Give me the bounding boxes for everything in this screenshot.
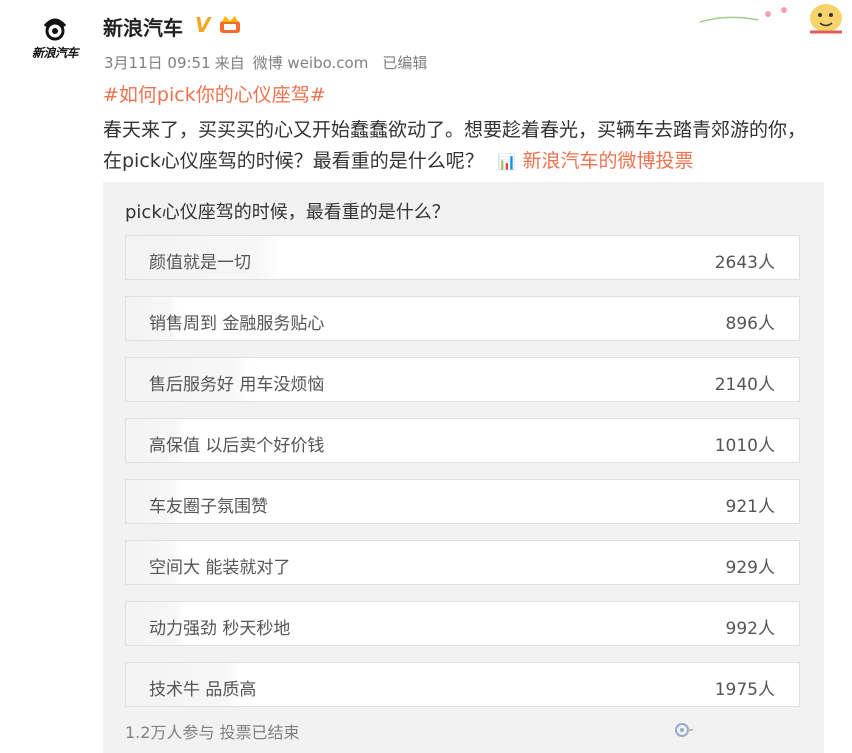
poll-footer: 1.2万人参与 投票已结束 bbox=[125, 723, 300, 742]
poll-option[interactable]: 售后服务好 用车没烦恼 2140人 bbox=[125, 357, 800, 402]
poll-card: pick心仪座驾的时候，最看重的是什么？ 颜值就是一切 2643人销售周到 金融服… bbox=[103, 182, 824, 753]
poll-option-label: 车友圈子氛围赞 bbox=[149, 497, 268, 517]
post-date[interactable]: 3月11日 09:51 bbox=[104, 54, 211, 72]
vote-link-label: 新浪汽车的微博投票 bbox=[522, 150, 694, 172]
poll-option-count: 1010人 bbox=[714, 436, 775, 456]
poll-question: pick心仪座驾的时候，最看重的是什么？ bbox=[125, 202, 450, 223]
poll-option[interactable]: 高保值 以后卖个好价钱 1010人 bbox=[125, 418, 800, 463]
poll-option-count: 2140人 bbox=[714, 375, 775, 395]
poll-option[interactable]: 销售周到 金融服务贴心 896人 bbox=[125, 296, 800, 341]
poll-option-count: 992人 bbox=[725, 619, 775, 639]
post-source[interactable]: 微博 weibo.com bbox=[253, 54, 369, 72]
poll-option-count: 1975人 bbox=[714, 680, 775, 700]
poll-option-label: 动力强劲 秒天秒地 bbox=[149, 619, 291, 639]
verified-badge-icon: V bbox=[195, 13, 211, 37]
poll-option-label: 销售周到 金融服务贴心 bbox=[149, 314, 325, 334]
post-text: 春天来了，买买买的心又开始蠢蠢欲动了。想要趁着春光，买辆车去踏青郊游的你，在pi… bbox=[103, 119, 807, 172]
bar-chart-icon: 📊 bbox=[497, 153, 517, 171]
member-badge-icon bbox=[220, 16, 240, 33]
edited-label[interactable]: 已编辑 bbox=[382, 54, 427, 72]
poll-option-count: 896人 bbox=[725, 314, 775, 334]
poll-option-label: 高保值 以后卖个好价钱 bbox=[149, 436, 325, 456]
account-name[interactable]: 新浪汽车 bbox=[103, 12, 183, 41]
post-meta: 3月11日 09:51 来自 微博 weibo.com 已编辑 bbox=[104, 52, 431, 73]
post-body: 春天来了，买买买的心又开始蠢蠢欲动了。想要趁着春光，买辆车去踏青郊游的你，在pi… bbox=[103, 115, 823, 178]
poll-option-count: 921人 bbox=[725, 497, 775, 517]
avatar-brand-text: 新浪汽车 bbox=[31, 46, 79, 60]
poll-option[interactable]: 技术牛 品质高 1975人 bbox=[125, 662, 800, 707]
decorative-sticker-icon bbox=[699, 4, 842, 34]
poll-option-count: 929人 bbox=[725, 558, 775, 578]
poll-option[interactable]: 空间大 能装就对了 929人 bbox=[125, 540, 800, 585]
vote-link[interactable]: 📊 新浪汽车的微博投票 bbox=[498, 150, 694, 172]
poll-option-count: 2643人 bbox=[714, 253, 775, 273]
poll-option-label: 技术牛 品质高 bbox=[149, 680, 257, 700]
share-icon[interactable] bbox=[674, 722, 694, 738]
hashtag-link[interactable]: #如何pick你的心仪座驾# bbox=[103, 80, 326, 107]
poll-option-label: 空间大 能装就对了 bbox=[149, 558, 291, 578]
poll-option-label: 颜值就是一切 bbox=[149, 253, 251, 273]
account-avatar[interactable]: 新浪汽车 bbox=[22, 10, 88, 66]
poll-option[interactable]: 车友圈子氛围赞 921人 bbox=[125, 479, 800, 524]
poll-option-label: 售后服务好 用车没烦恼 bbox=[149, 375, 325, 395]
poll-option[interactable]: 颜值就是一切 2643人 bbox=[125, 235, 800, 280]
source-prefix: 来自 bbox=[214, 54, 245, 72]
sina-eye-logo-icon bbox=[43, 18, 67, 41]
poll-option[interactable]: 动力强劲 秒天秒地 992人 bbox=[125, 601, 800, 646]
